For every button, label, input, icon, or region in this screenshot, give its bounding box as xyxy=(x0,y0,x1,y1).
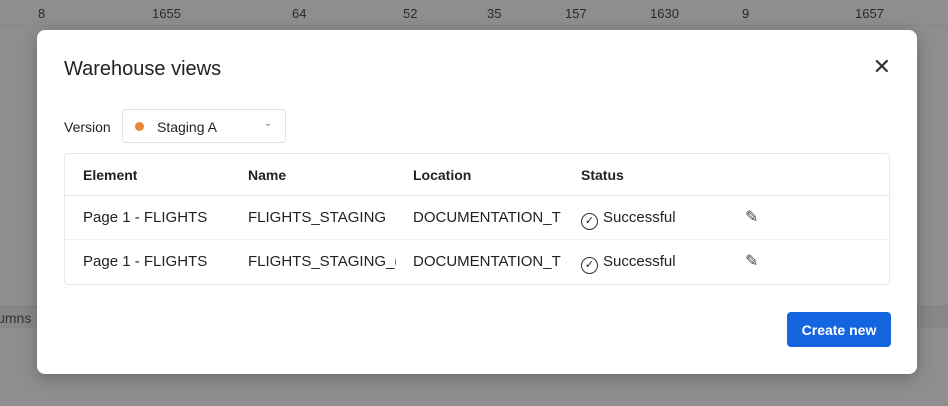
warehouse-views-table: Element Name Location Status Page 1 - FL… xyxy=(64,153,890,285)
pencil-icon[interactable]: ✎ xyxy=(745,251,758,271)
column-header: Status xyxy=(581,167,624,183)
bg-cell: 9 xyxy=(742,6,750,21)
location-cell: DOCUMENTATION_T xyxy=(413,209,561,226)
version-value: Staging A xyxy=(157,119,217,135)
pencil-icon[interactable]: ✎ xyxy=(745,207,758,227)
version-select[interactable]: Staging A ⌄ xyxy=(122,109,286,143)
bg-cell: 157 xyxy=(565,6,587,21)
element-cell: Page 1 - FLIGHTS xyxy=(83,209,208,226)
status-text: Successful xyxy=(603,209,676,226)
dialog-title: Warehouse views xyxy=(64,58,222,80)
table-header: Element Name Location Status xyxy=(65,154,889,196)
table-row: Page 1 - FLIGHTS FLIGHTS_STAGING DOCUMEN… xyxy=(65,196,889,240)
background-table-row: 8 1655 64 52 35 157 1630 9 1657 xyxy=(0,0,948,26)
check-circle-icon: ✓ xyxy=(581,213,598,230)
location-cell: DOCUMENTATION_T xyxy=(413,253,561,270)
bg-cell: 1630 xyxy=(650,6,679,21)
status-dot-icon xyxy=(135,122,144,131)
column-header: Element xyxy=(83,167,138,183)
bg-cell: 64 xyxy=(292,6,307,21)
column-header: Name xyxy=(248,167,287,183)
column-header: Location xyxy=(413,167,472,183)
name-cell: FLIGHTS_STAGING xyxy=(248,209,387,226)
bg-cell: 8 xyxy=(38,6,46,21)
create-new-button[interactable]: Create new xyxy=(787,312,891,347)
chevron-down-icon: ⌄ xyxy=(263,118,272,129)
warehouse-views-dialog: Warehouse views ✕ Version Staging A ⌄ El… xyxy=(37,30,917,374)
status-cell: ✓ Successful xyxy=(581,253,676,274)
bg-cell: 35 xyxy=(487,6,502,21)
bg-cell: 1657 xyxy=(855,6,884,21)
table-row: Page 1 - FLIGHTS FLIGHTS_STAGING_( DOCUM… xyxy=(65,240,889,284)
name-cell: FLIGHTS_STAGING_( xyxy=(248,253,396,270)
close-icon[interactable]: ✕ xyxy=(873,54,891,80)
element-cell: Page 1 - FLIGHTS xyxy=(83,253,208,270)
status-text: Successful xyxy=(603,253,676,270)
version-label: Version xyxy=(64,119,111,135)
bg-cell: 52 xyxy=(403,6,418,21)
bg-cell: 1655 xyxy=(152,6,181,21)
bg-footer-text: lumns xyxy=(0,310,32,326)
status-cell: ✓ Successful xyxy=(581,209,676,230)
check-circle-icon: ✓ xyxy=(581,257,598,274)
